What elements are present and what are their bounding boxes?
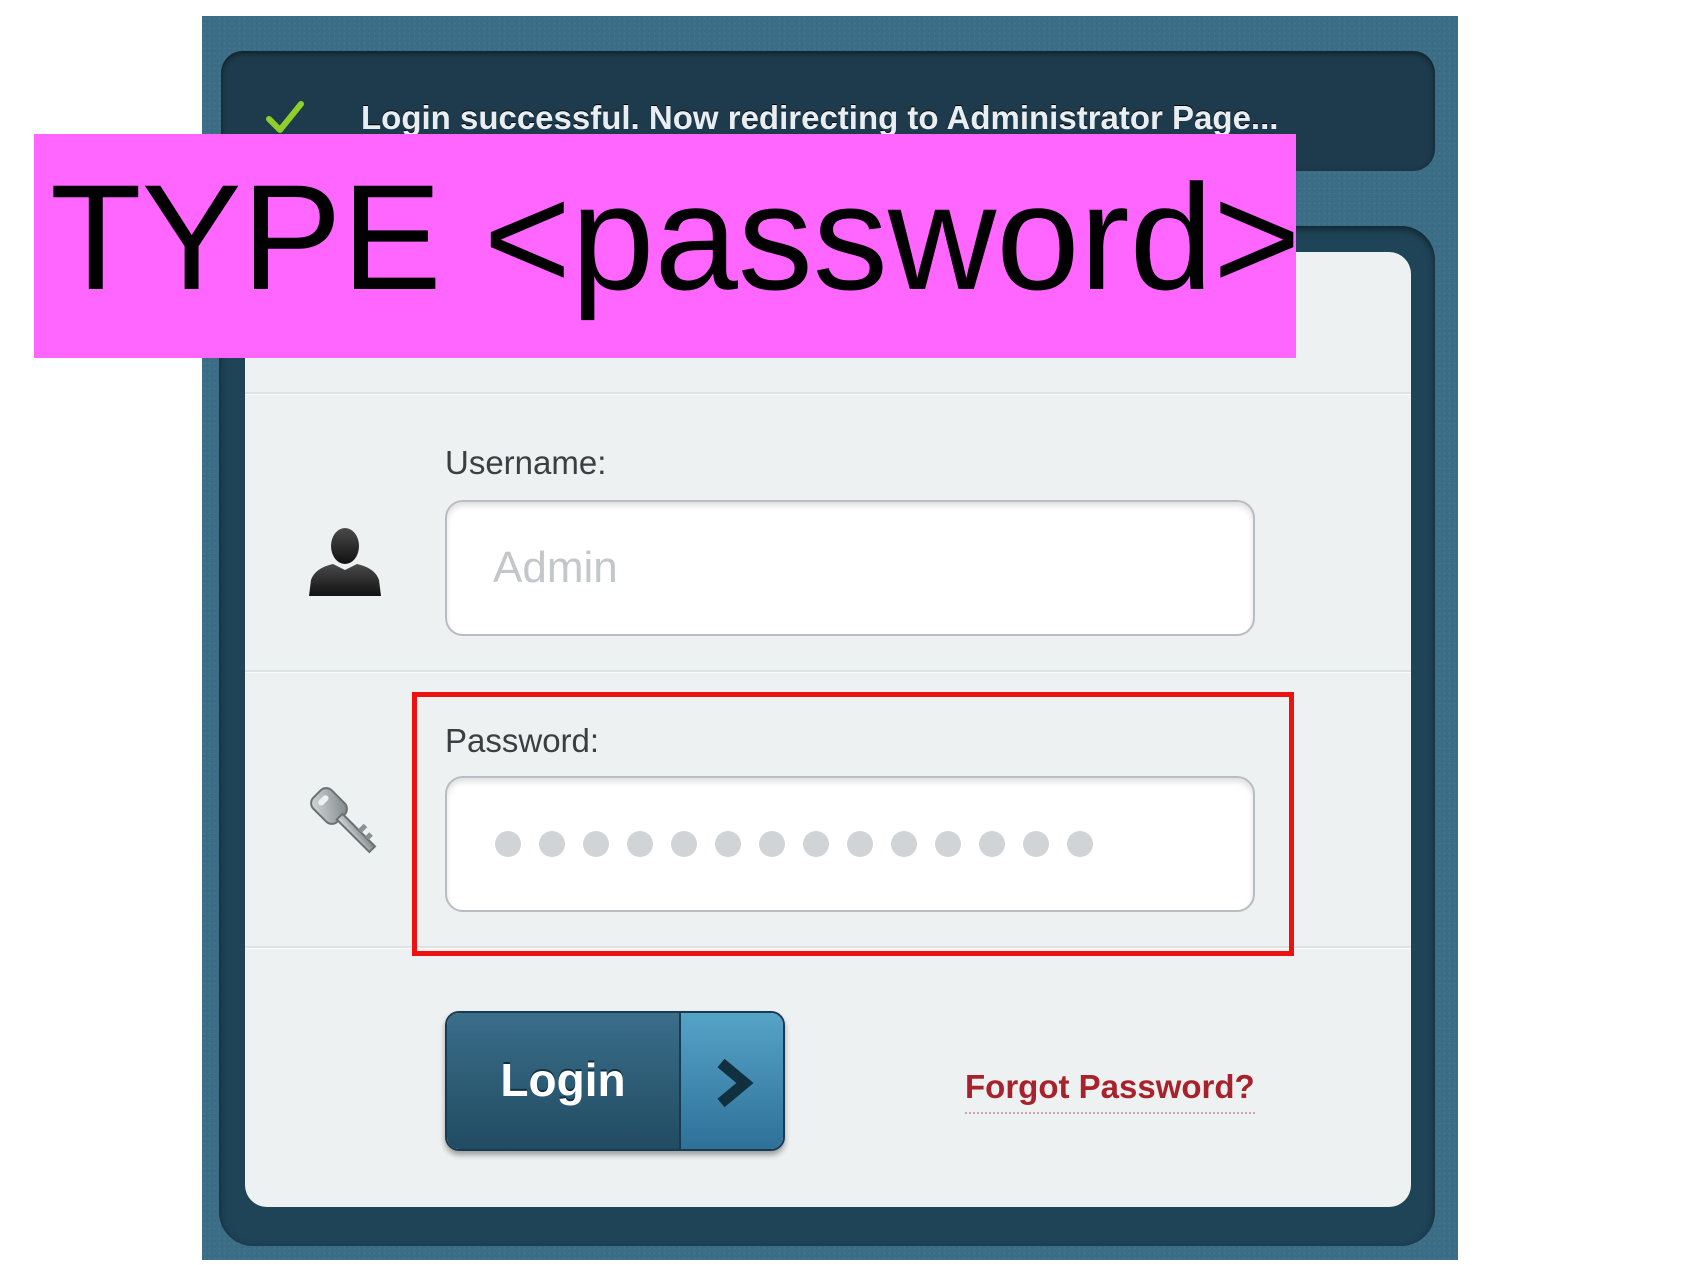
login-card: Username: Password: [245, 252, 1411, 1207]
password-input[interactable] [445, 776, 1255, 912]
username-label: Username: [445, 444, 607, 481]
password-mask-dot [1023, 831, 1049, 857]
password-mask-dot [935, 831, 961, 857]
login-button-arrow [679, 1013, 783, 1149]
password-mask-dot [715, 831, 741, 857]
login-button-face: Login [447, 1013, 679, 1149]
password-mask-dot [803, 831, 829, 857]
password-mask-dot [759, 831, 785, 857]
row-divider [245, 392, 1411, 395]
check-icon [266, 101, 304, 133]
password-mask-dot [847, 831, 873, 857]
password-mask-dot [495, 831, 521, 857]
instruction-banner: TYPE <password> [34, 134, 1301, 358]
key-icon [310, 787, 377, 854]
username-input[interactable] [445, 500, 1255, 636]
notification-message: Login successful. Now redirecting to Adm… [361, 99, 1279, 136]
password-mask-dot [627, 831, 653, 857]
login-button[interactable]: Login [445, 1011, 785, 1151]
password-mask-dot [539, 831, 565, 857]
password-mask-dot [583, 831, 609, 857]
password-mask [495, 831, 1093, 857]
password-mask-dot [671, 831, 697, 857]
chevron-right-icon [717, 1059, 754, 1107]
password-label: Password: [445, 722, 600, 759]
login-button-label: Login [500, 1054, 626, 1106]
forgot-password-link[interactable]: Forgot Password? [965, 1068, 1255, 1114]
password-mask-dot [979, 831, 1005, 857]
user-icon [309, 528, 381, 596]
password-mask-dot [891, 831, 917, 857]
row-divider [245, 670, 1411, 673]
login-panel-frame: Username: Password: [219, 226, 1435, 1246]
row-divider [245, 946, 1411, 949]
password-mask-dot [1067, 831, 1093, 857]
instruction-text: TYPE <password> [50, 153, 1301, 321]
